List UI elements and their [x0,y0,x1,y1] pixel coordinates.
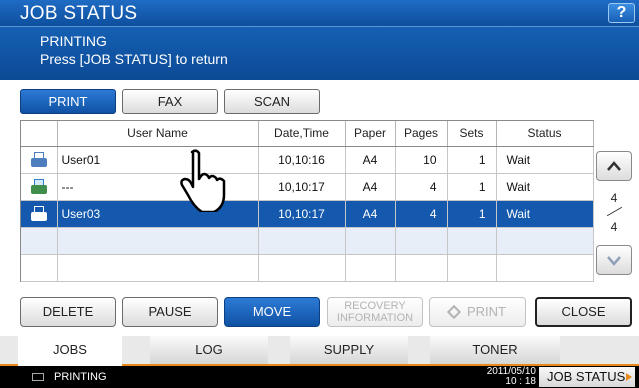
time-text: 10 : 18 [505,376,536,387]
scroll-down-button[interactable] [596,245,632,275]
tab-jobs[interactable]: JOBS [18,336,122,366]
job-status-button[interactable]: JOB STATUS [539,367,635,387]
cell-status: Wait [496,173,594,201]
table-row-selected[interactable]: User03 10,10:17 A4 4 1 Wait [21,200,594,228]
empty-row [21,227,594,255]
message-bar: PRINTING Press [JOB STATUS] to return [0,26,639,80]
total-pages: 4 [610,220,618,234]
status-message: PRINTING [40,33,107,49]
cell-paper: A4 [345,200,396,228]
instruction-message: Press [JOB STATUS] to return [40,51,228,67]
cell-status: Wait [496,146,594,174]
cell-paper: A4 [345,173,396,201]
cell-date-time: 10,10:16 [258,146,346,174]
tab-supply[interactable]: SUPPLY [290,336,408,364]
column-header-paper: Paper [345,121,396,147]
move-button[interactable]: MOVE [224,297,320,327]
cell-status: Wait [496,200,594,228]
title-bar: JOB STATUS ? [0,0,639,26]
job-status-label: JOB STATUS [547,369,626,384]
column-header-user-name: User Name [57,121,259,147]
copy-job-icon [30,178,48,195]
column-header-date-time: Date,Time [258,121,346,147]
cell-pages: 4 [395,200,448,228]
tab-toner[interactable]: TONER [430,336,560,364]
print-job-icon [30,151,48,168]
close-button[interactable]: CLOSE [535,297,632,327]
arrow-right-icon [626,373,632,381]
tab-fax[interactable]: FAX [122,89,218,114]
tab-log[interactable]: LOG [150,336,268,364]
help-button[interactable]: ? [608,3,635,23]
print-button-label: PRINT [467,304,506,319]
table-row[interactable]: User01 10,10:16 A4 10 1 Wait [21,146,594,174]
tab-scan[interactable]: SCAN [224,89,320,114]
page-indicator: 4 4 [596,189,632,235]
tab-print[interactable]: PRINT [20,89,116,114]
page-title: JOB STATUS [20,3,138,24]
cell-pages: 4 [395,173,448,201]
current-page: 4 [610,191,618,205]
column-header-sets: Sets [447,121,497,147]
scroll-up-button[interactable] [596,151,632,181]
clock: 2011/05/10 10 : 18 [466,367,536,387]
chevron-down-icon [607,256,621,266]
print-button[interactable]: PRINT [429,297,526,327]
pause-button[interactable]: PAUSE [122,297,218,327]
column-header-status: Status [496,121,594,147]
icon-column-header [21,121,58,147]
cell-paper: A4 [345,146,396,174]
function-tabs: JOBS LOG SUPPLY TONER [0,336,639,366]
cell-sets: 1 [447,200,497,228]
status-bar: PRINTING 2011/05/10 10 : 18 JOB STATUS [0,366,639,388]
empty-row [21,254,594,282]
table-header: User Name Date,Time Paper Pages Sets Sta… [21,121,594,147]
cell-date-time: 10,10:17 [258,200,346,228]
hand-pointer-icon [180,149,226,212]
cell-sets: 1 [447,173,497,201]
cell-date-time: 10,10:17 [258,173,346,201]
chevron-up-icon [607,161,621,171]
job-table: User Name Date,Time Paper Pages Sets Sta… [20,120,594,282]
start-diamond-icon [446,304,462,319]
device-status-text: PRINTING [54,371,107,383]
printer-status-icon [32,373,44,381]
recovery-label-line2: INFORMATION [336,312,414,324]
recovery-information-button[interactable]: RECOVERY INFORMATION [327,297,423,327]
cell-sets: 1 [447,146,497,174]
table-row[interactable]: --- 10,10:17 A4 4 1 Wait [21,173,594,201]
column-header-pages: Pages [395,121,448,147]
delete-button[interactable]: DELETE [20,297,116,327]
cell-pages: 10 [395,146,448,174]
print-job-icon [30,205,48,222]
recovery-label-line1: RECOVERY [344,300,406,312]
